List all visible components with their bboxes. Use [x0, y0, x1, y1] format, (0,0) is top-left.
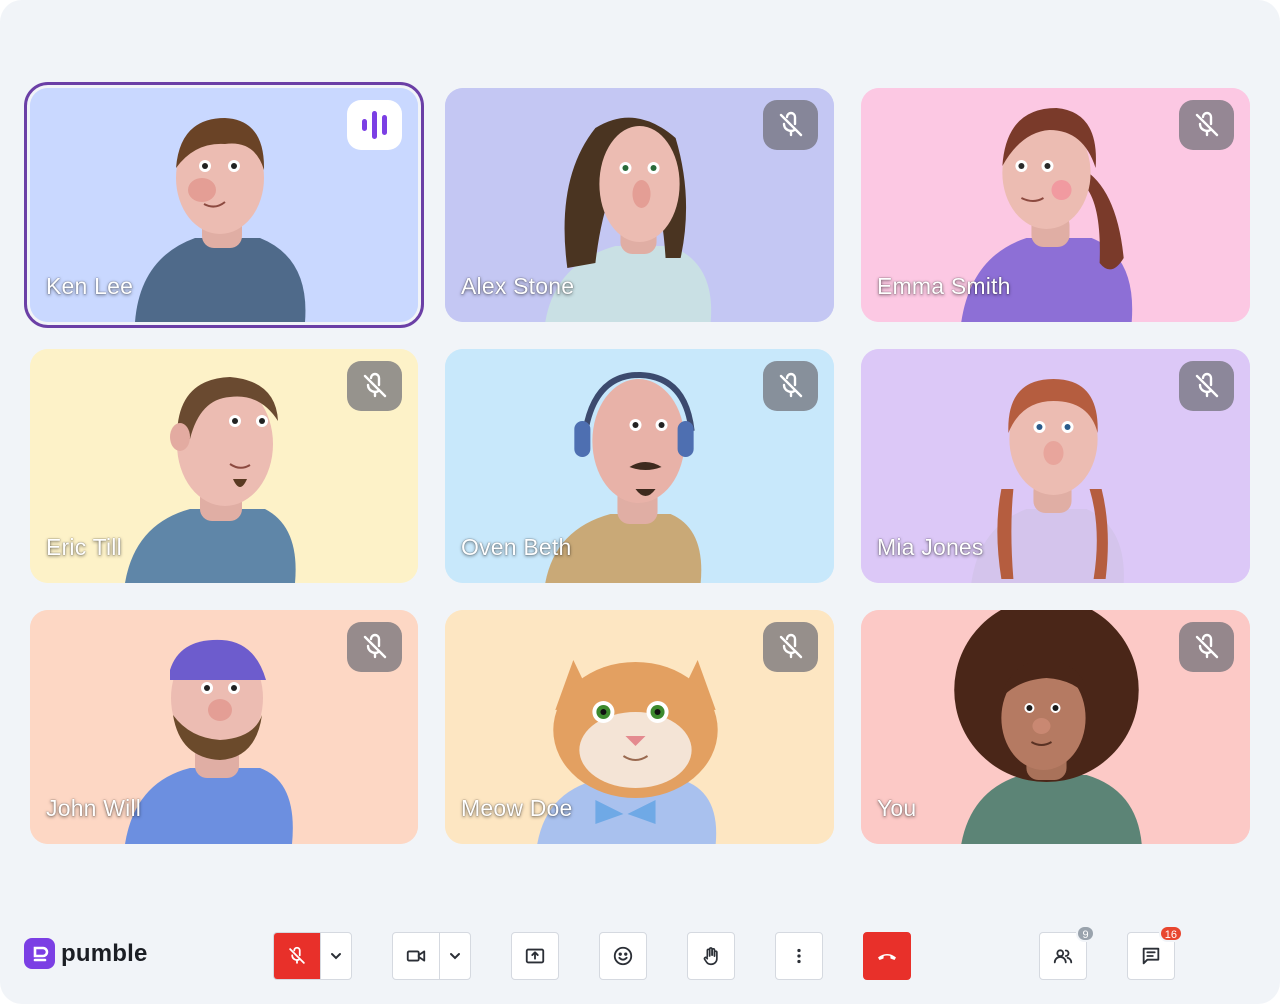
participant-name: Mia Jones — [877, 534, 984, 560]
participant-name: John Will — [46, 795, 142, 821]
participant-tile[interactable]: Oven Beth — [445, 349, 834, 583]
participant-name: Alex Stone — [461, 273, 575, 299]
camera-control — [392, 932, 471, 980]
mic-muted-icon — [347, 361, 402, 411]
participant-tile[interactable]: Eric Till — [30, 349, 418, 583]
participant-name: You — [877, 795, 917, 821]
mic-muted-icon — [763, 622, 818, 672]
mic-muted-icon — [763, 100, 818, 150]
share-screen-icon — [525, 948, 545, 964]
participants-count-badge: 9 — [1076, 925, 1095, 942]
participant-tile[interactable]: Mia Jones — [861, 349, 1250, 583]
meeting-window: Ken Lee Alex Stone Emma Smith Eric Till … — [0, 0, 1280, 1004]
mic-muted-icon — [347, 622, 402, 672]
toggle-camera-button[interactable] — [393, 933, 439, 979]
mic-muted-icon — [1179, 361, 1234, 411]
speaking-indicator-icon — [347, 100, 402, 150]
chat-icon — [1142, 947, 1160, 965]
participant-name: Ken Lee — [46, 273, 134, 299]
mic-muted-icon — [1179, 100, 1234, 150]
participant-name: Oven Beth — [461, 534, 572, 560]
mic-muted-icon — [1179, 622, 1234, 672]
participant-tile[interactable]: Alex Stone — [445, 88, 834, 322]
participant-tile[interactable]: John Will — [30, 610, 418, 844]
raise-hand-icon — [703, 947, 718, 966]
share-screen-button[interactable] — [511, 932, 559, 980]
participant-name: Eric Till — [46, 534, 122, 560]
participants-button[interactable]: 9 — [1039, 925, 1095, 980]
raise-hand-button[interactable] — [687, 932, 735, 980]
chat-button[interactable]: 16 — [1127, 925, 1183, 980]
people-icon — [1053, 949, 1073, 964]
leave-call-button[interactable] — [863, 932, 911, 980]
microphone-control — [273, 932, 352, 980]
participant-name: Emma Smith — [877, 273, 1011, 299]
pumble-logo: pumble — [24, 938, 148, 969]
video-camera-icon — [406, 950, 426, 962]
chat-unread-badge: 16 — [1158, 925, 1183, 942]
hang-up-icon — [878, 954, 896, 960]
camera-options-button[interactable] — [438, 933, 470, 979]
brand-name: pumble — [61, 939, 148, 967]
toggle-microphone-button[interactable] — [274, 933, 320, 979]
reactions-button[interactable] — [599, 932, 647, 980]
participant-tile[interactable]: You — [861, 610, 1250, 844]
chevron-down-icon — [330, 953, 341, 960]
participant-grid: Ken Lee Alex Stone Emma Smith Eric Till … — [24, 82, 1251, 844]
participant-tile[interactable]: Meow Doe — [445, 610, 834, 844]
chevron-down-icon — [449, 953, 460, 960]
pumble-logo-icon — [24, 938, 55, 969]
participant-tile[interactable]: Emma Smith — [861, 88, 1250, 322]
participant-name: Meow Doe — [461, 795, 573, 821]
mic-off-icon — [289, 946, 305, 964]
more-options-button[interactable] — [775, 932, 823, 980]
participant-tile[interactable]: Ken Lee — [24, 82, 424, 328]
more-vertical-icon — [797, 948, 801, 964]
microphone-options-button[interactable] — [319, 933, 351, 979]
smiley-icon — [613, 946, 633, 966]
mic-muted-icon — [763, 361, 818, 411]
